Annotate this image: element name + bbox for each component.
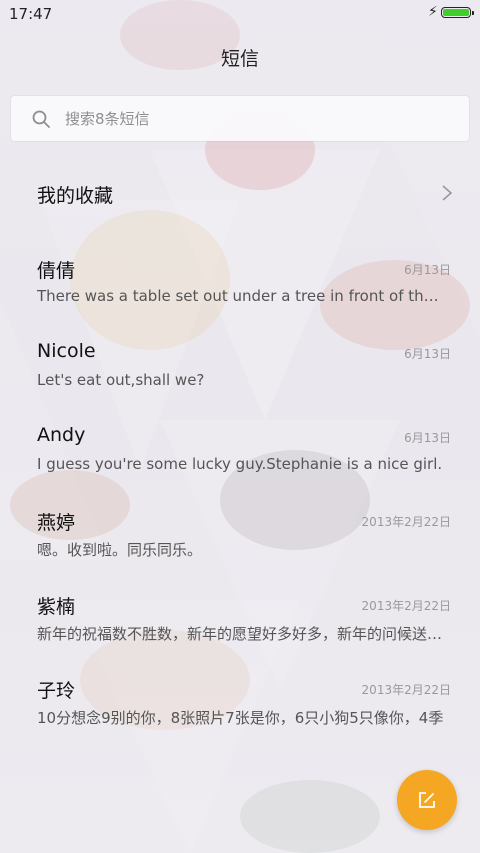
status-time: 17:47 bbox=[9, 5, 53, 23]
search-icon bbox=[32, 110, 50, 128]
conversation-row[interactable]: Nicole 6月13日 Let's eat out,shall we? bbox=[0, 340, 480, 424]
conversation-row[interactable]: 子玲 2013年2月22日 10分想念9别的你，8张照片7张是你，6只小狗5只像… bbox=[0, 676, 480, 760]
compose-icon bbox=[419, 792, 435, 808]
message-preview: 10分想念9别的你，8张照片7张是你，6只小狗5只像你，4季 bbox=[37, 709, 444, 727]
message-date: 2013年2月22日 bbox=[361, 515, 451, 529]
charging-bolt-icon: ⚡ bbox=[428, 4, 438, 20]
search-placeholder: 搜索8条短信 bbox=[65, 110, 150, 128]
message-date: 2013年2月22日 bbox=[361, 599, 451, 613]
conversation-row[interactable]: 燕婷 2013年2月22日 嗯。收到啦。同乐同乐。 bbox=[0, 508, 480, 592]
message-preview: Let's eat out,shall we? bbox=[37, 371, 205, 389]
compose-button[interactable] bbox=[397, 770, 457, 830]
conversation-row[interactable]: 倩倩 6月13日 There was a table set out under… bbox=[0, 256, 480, 340]
search-input[interactable]: 搜索8条短信 bbox=[11, 96, 469, 141]
message-date: 6月13日 bbox=[404, 263, 451, 277]
message-preview: There was a table set out under a tree i… bbox=[37, 287, 447, 305]
message-date: 2013年2月22日 bbox=[361, 683, 451, 697]
message-date: 6月13日 bbox=[404, 347, 451, 361]
message-date: 6月13日 bbox=[404, 431, 451, 445]
conversation-row[interactable]: Andy 6月13日 I guess you're some lucky guy… bbox=[0, 424, 480, 508]
message-preview: I guess you're some lucky guy.Stephanie … bbox=[37, 455, 443, 473]
conversation-row[interactable]: 紫楠 2013年2月22日 新年的祝福数不胜数，新年的愿望好多好多，新年的问候送… bbox=[0, 592, 480, 676]
contact-name: 燕婷 bbox=[37, 512, 76, 534]
favorites-label: 我的收藏 bbox=[37, 185, 114, 207]
contact-name: 子玲 bbox=[37, 680, 76, 702]
contact-name: 倩倩 bbox=[37, 260, 76, 282]
chevron-right-icon bbox=[442, 185, 453, 201]
status-bar: 17:47 ⚡ bbox=[0, 0, 480, 28]
contact-name: Nicole bbox=[37, 340, 96, 362]
battery-icon bbox=[441, 7, 474, 18]
favorites-entry[interactable]: 我的收藏 bbox=[0, 160, 480, 226]
page-title: 短信 bbox=[220, 48, 259, 70]
contact-name: 紫楠 bbox=[37, 596, 76, 618]
message-preview: 新年的祝福数不胜数，新年的愿望好多好多，新年的问候送给你 bbox=[37, 625, 447, 643]
message-preview: 嗯。收到啦。同乐同乐。 bbox=[37, 541, 203, 559]
contact-name: Andy bbox=[37, 424, 86, 446]
